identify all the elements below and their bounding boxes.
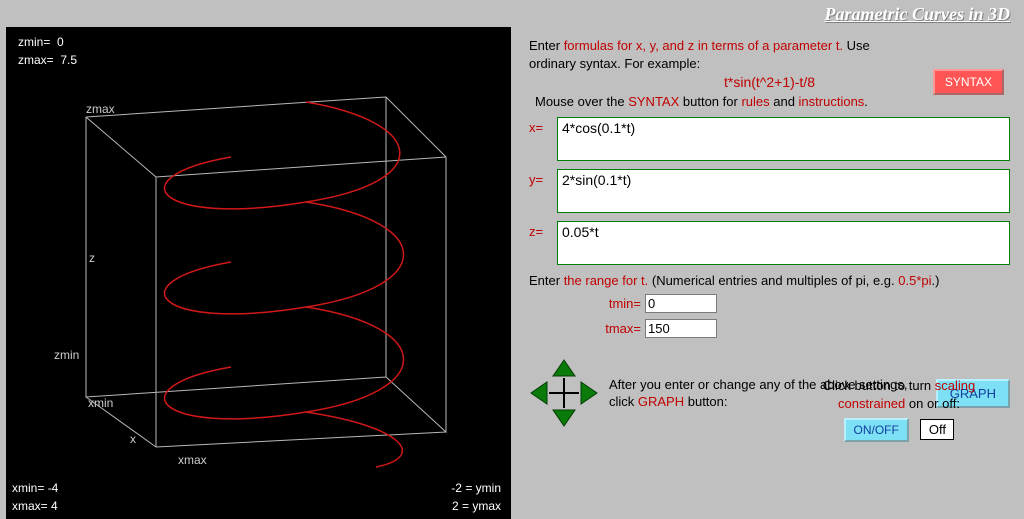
nav-arrows <box>529 358 599 428</box>
tmax-label: tmax= <box>599 321 645 336</box>
tmax-input[interactable] <box>645 319 717 338</box>
y-label: y= <box>529 169 557 187</box>
syntax-button[interactable]: SYNTAX <box>933 69 1004 95</box>
scaling-block: Click button to turn scaling constrained… <box>794 377 1004 442</box>
cube-label-zmin: zmin <box>54 348 79 362</box>
z-label: z= <box>529 221 557 239</box>
nav-center-icon <box>549 378 579 408</box>
app-title: Parametric Curves in 3D <box>0 0 1024 27</box>
cube-label-x: x <box>130 432 136 446</box>
arrow-down-icon[interactable] <box>551 408 577 428</box>
arrow-left-icon[interactable] <box>529 380 549 406</box>
scaling-toggle-button[interactable]: ON/OFF <box>844 418 909 442</box>
scaling-state: Off <box>920 419 954 440</box>
tmin-label: tmin= <box>599 296 645 311</box>
ymax-readout: 2 = ymax <box>452 499 501 513</box>
z-formula-input[interactable]: 0.05*t <box>557 221 1010 265</box>
arrow-right-icon[interactable] <box>579 380 599 406</box>
plot-viewport[interactable]: zmax z zmin xmin x xmax zmin= 0 zmax= 7.… <box>6 27 511 519</box>
zmax-readout: zmax= 7.5 <box>18 53 77 67</box>
cube-label-xmax: xmax <box>178 453 207 467</box>
intro-text: Enter formulas for x, y, and z in terms … <box>529 37 1010 72</box>
cube-label-zmax: zmax <box>86 102 115 116</box>
cube-label-xmin: xmin <box>88 396 113 410</box>
x-label: x= <box>529 117 557 135</box>
y-formula-input[interactable]: 2*sin(0.1*t) <box>557 169 1010 213</box>
ymin-readout: -2 = ymin <box>451 481 501 495</box>
syntax-hint: Mouse over the SYNTAX button for rules a… <box>535 94 1010 109</box>
tmin-input[interactable] <box>645 294 717 313</box>
plot-canvas: zmax z zmin xmin x xmax <box>6 27 511 519</box>
arrow-up-icon[interactable] <box>551 358 577 378</box>
x-formula-input[interactable]: 4*cos(0.1*t) <box>557 117 1010 161</box>
xmax-readout: xmax= 4 <box>12 499 58 513</box>
range-intro: Enter the range for t. (Numerical entrie… <box>529 273 1010 288</box>
control-panel: Enter formulas for x, y, and z in terms … <box>511 27 1018 519</box>
zmin-readout: zmin= 0 <box>18 35 64 49</box>
xmin-readout: xmin= -4 <box>12 481 58 495</box>
cube-label-z: z <box>89 251 95 265</box>
